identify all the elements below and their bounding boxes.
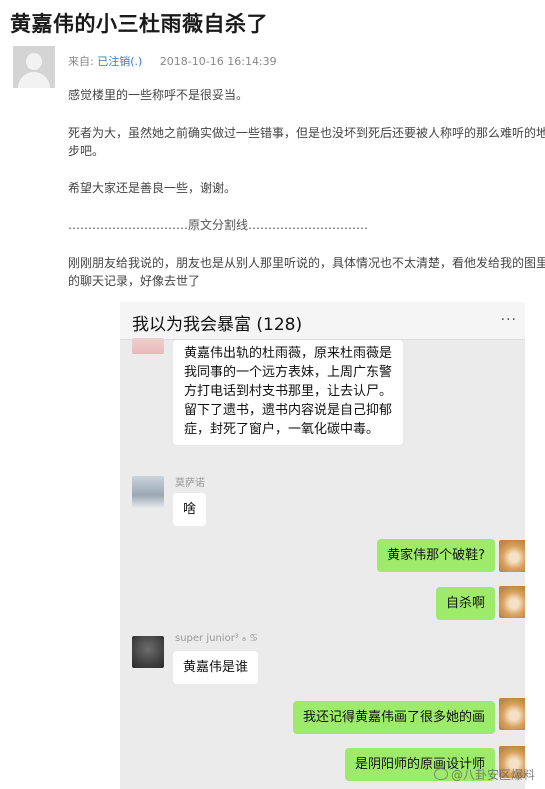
- sender-avatar: [132, 338, 164, 354]
- chat-message: 黄嘉伟是谁: [173, 651, 259, 684]
- post-timestamp: 2018-10-16 16:14:39: [159, 55, 277, 68]
- more-options-icon[interactable]: ···: [501, 312, 517, 328]
- chat-screenshot: 我以为我会暴富 (128) ··· 黄嘉伟出轨的杜雨薇，原来杜雨薇是我同事的一个…: [120, 302, 525, 789]
- post-title: 黄嘉伟的小三杜雨薇自杀了: [10, 12, 268, 36]
- post-meta: 来自: 已注销(.) 2018-10-16 16:14:39: [68, 53, 277, 69]
- author-link[interactable]: 已注销(.): [97, 55, 142, 68]
- weibo-watermark: @八卦安区爆料: [433, 766, 535, 783]
- chat-message: 自杀啊: [435, 587, 495, 620]
- paragraph-2-cont: 步吧。: [68, 144, 105, 158]
- chat-message: 黄嘉伟出轨的杜雨薇，原来杜雨薇是我同事的一个远方表妹，上周广东警方打电话到村支书…: [173, 340, 403, 445]
- weibo-logo-icon: [433, 768, 448, 780]
- paragraph-5-cont: 的聊天记录，好像去世了: [68, 274, 201, 288]
- chat-message: 啥: [173, 493, 207, 526]
- paragraph-1: 感觉楼里的一些称呼不是很妥当。: [68, 88, 249, 102]
- self-avatar: [499, 586, 525, 618]
- user-avatar[interactable]: [13, 46, 55, 88]
- paragraph-2: 死者为大，虽然她之前确实做过一些错事，但是也没坏到死后还要被人称呼的那么难听的地: [68, 126, 545, 140]
- sender-avatar: [132, 476, 164, 508]
- self-avatar: [499, 698, 525, 730]
- sender-name: super junior³ ₈ ♋: [175, 633, 259, 644]
- sender-name: 莫萨诺: [175, 478, 205, 489]
- chat-header: 我以为我会暴富 (128) ···: [120, 302, 525, 340]
- avatar-head-shape: [26, 53, 42, 70]
- chat-group-title: 我以为我会暴富 (128): [132, 315, 303, 335]
- meta-prefix: 来自:: [68, 55, 94, 68]
- watermark-text: @八卦安区爆料: [450, 768, 535, 782]
- self-avatar: [499, 540, 525, 572]
- divider-line: …………………………原文分割线…………………………: [68, 218, 369, 232]
- chat-message: 我还记得黄嘉伟画了很多她的画: [292, 701, 495, 734]
- chat-message: 黄家伟那个破鞋?: [377, 539, 495, 572]
- sender-avatar: [132, 636, 164, 668]
- paragraph-3: 希望大家还是善良一些，谢谢。: [68, 181, 237, 195]
- avatar-shoulders-shape: [18, 72, 50, 88]
- paragraph-5: 刚刚朋友给我说的，朋友也是从别人那里听说的，具体情况也不太清楚，看他发给我的图里: [68, 256, 545, 270]
